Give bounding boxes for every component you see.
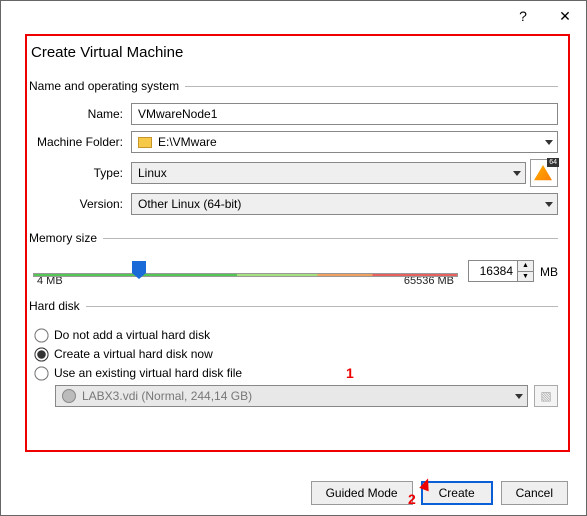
group-memory-legend: Memory size (29, 231, 103, 245)
radio-create-disk-label: Create a virtual hard disk now (54, 347, 213, 361)
create-button[interactable]: Create (421, 481, 493, 505)
existing-disk-value: LABX3.vdi (Normal, 244,14 GB) (82, 389, 252, 403)
radio-no-disk-input[interactable] (34, 328, 48, 342)
memory-slider[interactable]: 4 MB 65536 MB (29, 255, 462, 289)
chevron-down-icon (545, 202, 553, 207)
radio-create-disk[interactable]: Create a virtual hard disk now (35, 347, 558, 361)
folder-label: Machine Folder: (29, 135, 131, 149)
titlebar: ? ✕ (1, 1, 586, 31)
browse-disk-button: ▧ (534, 385, 558, 407)
chevron-down-icon (515, 394, 523, 399)
group-memory: Memory size 4 MB 65536 MB ▲ (29, 231, 558, 289)
dialog-title: Create Virtual Machine (31, 44, 558, 61)
radio-existing-disk[interactable]: Use an existing virtual hard disk file (35, 366, 558, 380)
spin-down-icon[interactable]: ▼ (518, 272, 533, 282)
version-label: Version: (29, 197, 131, 211)
radio-existing-disk-input[interactable] (34, 366, 48, 380)
type-value: Linux (138, 166, 167, 180)
memory-unit: MB (540, 265, 558, 279)
folder-select[interactable]: E:\VMware (131, 131, 558, 153)
name-input[interactable] (131, 103, 558, 125)
radio-no-disk-label: Do not add a virtual hard disk (54, 328, 210, 342)
cancel-button[interactable]: Cancel (501, 481, 568, 505)
group-harddisk: Hard disk Do not add a virtual hard disk… (29, 299, 558, 407)
slider-thumb[interactable] (132, 261, 146, 279)
close-button[interactable]: ✕ (544, 2, 586, 30)
annotation-2: 2 (408, 491, 416, 507)
help-button[interactable]: ? (502, 2, 544, 30)
version-value: Other Linux (64-bit) (138, 197, 241, 211)
folder-value: E:\VMware (158, 135, 217, 149)
os-64-badge: 64 (547, 158, 559, 167)
folder-icon (138, 137, 152, 148)
radio-no-disk[interactable]: Do not add a virtual hard disk (35, 328, 558, 342)
existing-disk-select: LABX3.vdi (Normal, 244,14 GB) (55, 385, 528, 407)
disk-icon (62, 389, 76, 403)
dialog-window: ? ✕ Create Virtual Machine Name and oper… (0, 0, 587, 516)
chevron-down-icon (513, 171, 521, 176)
memory-spinner[interactable]: ▲ ▼ (468, 260, 534, 282)
version-select[interactable]: Other Linux (64-bit) (131, 193, 558, 215)
os-icon: 64 (530, 159, 558, 187)
image-icon: ▧ (540, 389, 551, 403)
radio-existing-disk-label: Use an existing virtual hard disk file (54, 366, 242, 380)
dialog-footer: Guided Mode Create Cancel (311, 481, 568, 505)
group-name-os-legend: Name and operating system (29, 79, 185, 93)
radio-create-disk-input[interactable] (34, 347, 48, 361)
type-label: Type: (29, 166, 131, 180)
spin-up-icon[interactable]: ▲ (518, 261, 533, 272)
annotation-1: 1 (346, 365, 354, 381)
memory-input[interactable] (468, 260, 518, 282)
type-select[interactable]: Linux (131, 162, 526, 184)
name-label: Name: (29, 107, 131, 121)
group-name-os: Name and operating system Name: Machine … (29, 79, 558, 221)
group-harddisk-legend: Hard disk (29, 299, 86, 313)
guided-mode-button[interactable]: Guided Mode (311, 481, 413, 505)
chevron-down-icon (545, 140, 553, 145)
